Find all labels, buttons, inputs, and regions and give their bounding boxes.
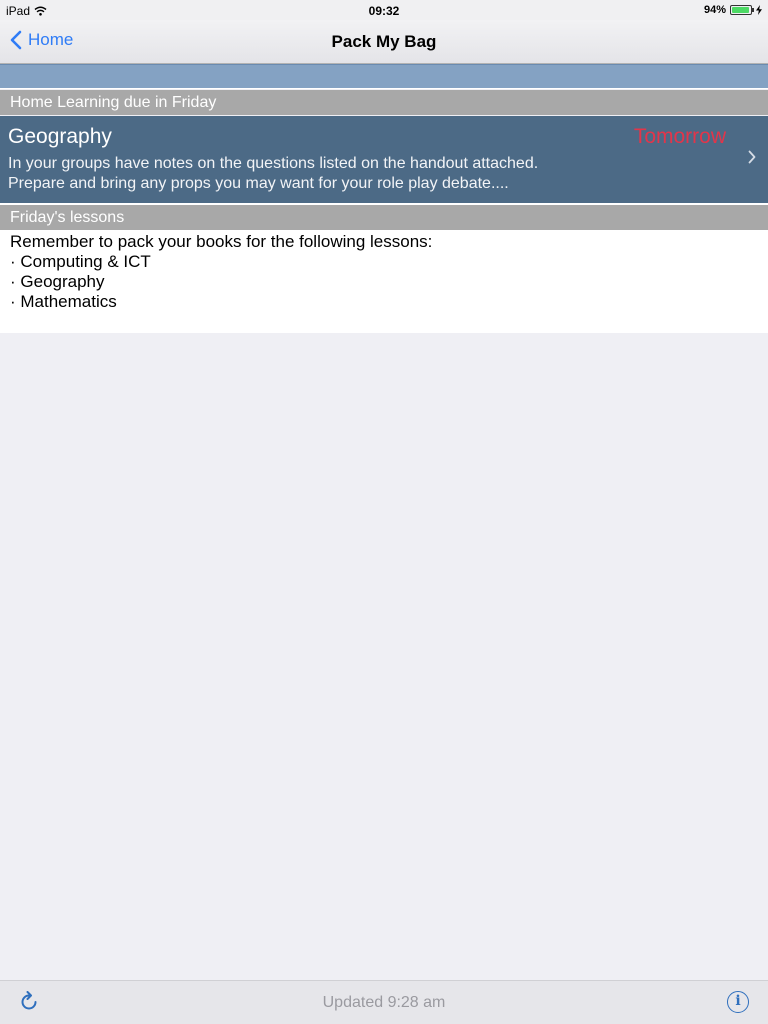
battery-icon bbox=[730, 5, 754, 15]
last-updated-label: Updated 9:28 am bbox=[322, 994, 446, 1011]
status-right: 94% bbox=[704, 4, 762, 16]
homework-description-line-1: In your groups have notes on the questio… bbox=[8, 155, 539, 172]
info-icon: i bbox=[735, 993, 741, 1009]
homework-description-line-2: Prepare and bring any props you may want… bbox=[8, 175, 509, 192]
top-divider-strip bbox=[0, 64, 768, 89]
lessons-body: Remember to pack your books for the foll… bbox=[0, 230, 768, 333]
homework-description: In your groups have notes on the questio… bbox=[8, 154, 760, 194]
charging-icon bbox=[756, 5, 762, 15]
status-time: 09:32 bbox=[368, 4, 400, 18]
homework-due-label: Tomorrow bbox=[633, 125, 726, 148]
lessons-section-header: Friday's lessons bbox=[0, 205, 768, 230]
lessons-intro: Remember to pack your books for the foll… bbox=[10, 232, 433, 251]
status-bar: iPad 09:32 94% bbox=[0, 0, 768, 20]
chevron-right-icon bbox=[748, 150, 756, 164]
battery-fill bbox=[732, 7, 749, 13]
lesson-item: Geography bbox=[10, 272, 758, 292]
homework-row[interactable]: Geography Tomorrow In your groups have n… bbox=[0, 116, 768, 203]
lesson-item: Mathematics bbox=[10, 292, 758, 312]
bottom-toolbar: Updated 9:28 am i bbox=[0, 980, 768, 1024]
navigation-bar: Home Pack My Bag bbox=[0, 20, 768, 64]
page-title: Pack My Bag bbox=[331, 32, 437, 51]
battery-tip bbox=[752, 8, 754, 12]
lesson-item: Computing & ICT bbox=[10, 252, 758, 272]
screen: iPad 09:32 94% Home Pack My Bag Home Lea… bbox=[0, 0, 768, 1024]
battery-percent: 94% bbox=[703, 4, 726, 16]
info-button[interactable]: i bbox=[727, 991, 749, 1013]
homework-section-header: Home Learning due in Friday bbox=[0, 90, 768, 115]
